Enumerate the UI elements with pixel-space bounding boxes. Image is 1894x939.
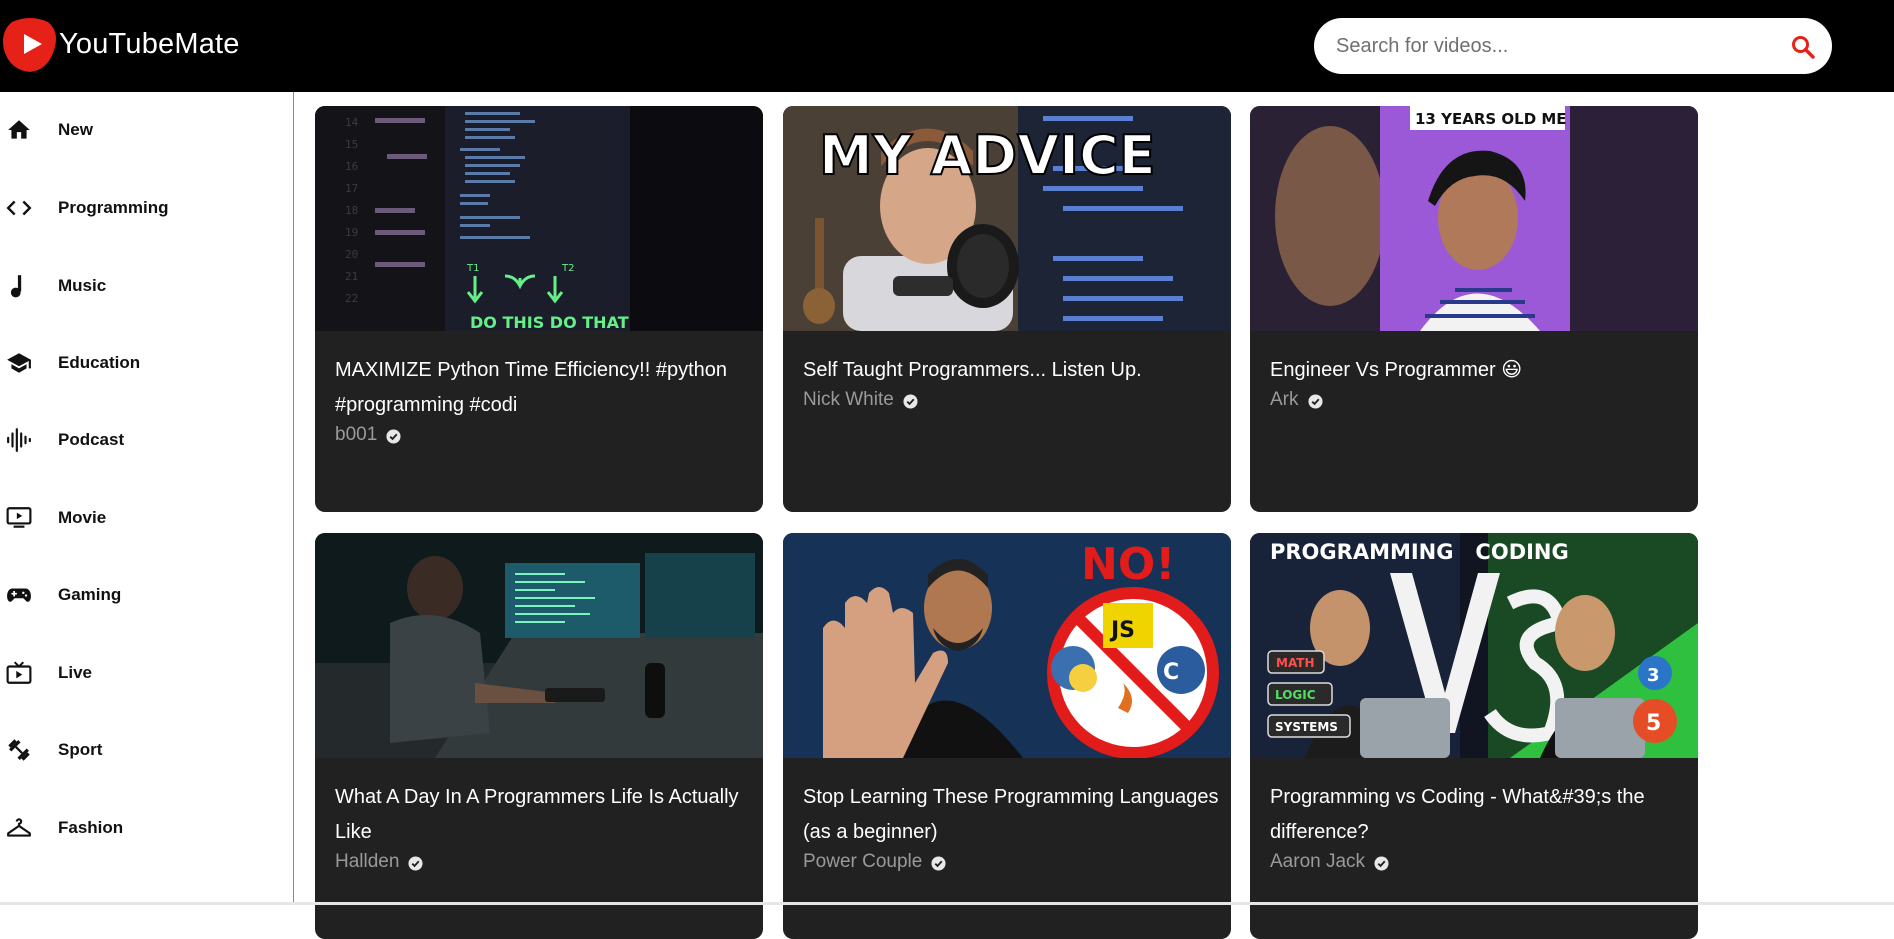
video-thumbnail[interactable]: 13 YEARS OLD ME <box>1250 106 1698 331</box>
channel-name[interactable]: Nick White <box>803 389 894 411</box>
video-thumbnail[interactable]: MY ADVICE <box>783 106 1231 331</box>
svg-text:20: 20 <box>345 248 358 261</box>
search-icon[interactable] <box>1790 34 1816 60</box>
code-icon <box>6 195 32 221</box>
svg-text:5: 5 <box>1646 711 1661 736</box>
channel-name-row[interactable]: Power Couple <box>803 851 946 873</box>
verified-check-icon <box>386 428 401 444</box>
video-card[interactable]: What A Day In A Programmers Life Is Actu… <box>315 533 763 939</box>
svg-text:22: 22 <box>345 292 358 305</box>
svg-text:17: 17 <box>345 182 358 195</box>
dumbbell-icon <box>6 737 32 763</box>
video-card[interactable]: MATH LOGIC SYSTEMS 3 5 PROGRAMMING CODIN… <box>1250 533 1698 939</box>
sidebar-item-label: Live <box>58 663 93 682</box>
audio-wave-icon <box>6 427 32 453</box>
search-bar <box>1314 18 1832 74</box>
sidebar: New Programming Music Education Podcast … <box>0 92 294 902</box>
channel-name-row[interactable]: b001 <box>335 424 401 446</box>
sidebar-item-label: Movie <box>58 508 107 527</box>
thumbnail-caption: PROGRAMMING CODING <box>1270 540 1569 564</box>
tv-play-icon <box>6 505 32 531</box>
video-card[interactable]: 13 YEARS OLD ME Engineer Vs Programmer 😃… <box>1250 106 1698 512</box>
channel-name[interactable]: Power Couple <box>803 851 922 873</box>
channel-name-row[interactable]: Aaron Jack <box>1270 851 1389 873</box>
svg-text:T2: T2 <box>561 263 574 274</box>
svg-text:T1: T1 <box>466 263 479 274</box>
thumbnail-caption: MY ADVICE <box>819 124 1156 187</box>
sidebar-item-label: Gaming <box>58 585 122 604</box>
gamepad-icon <box>6 582 32 608</box>
sidebar-item-label: Music <box>58 276 107 295</box>
video-title[interactable]: Engineer Vs Programmer 😃 <box>1270 353 1688 388</box>
sidebar-item-movie[interactable]: Movie <box>0 488 292 548</box>
home-icon <box>6 117 32 143</box>
thumbnail-caption: DO THIS DO THAT <box>470 313 629 331</box>
sidebar-item-label: Education <box>58 353 141 372</box>
sidebar-item-new[interactable]: New <box>0 100 292 160</box>
svg-text:MATH: MATH <box>1276 656 1315 670</box>
svg-text:14: 14 <box>345 116 359 129</box>
channel-name-row[interactable]: Ark <box>1270 389 1323 411</box>
sidebar-item-label: Sport <box>58 740 103 759</box>
sidebar-item-label: Podcast <box>58 430 125 449</box>
verified-check-icon <box>931 855 946 871</box>
sidebar-item-label: Programming <box>58 198 169 217</box>
sidebar-item-fashion[interactable]: Fashion <box>0 798 292 858</box>
video-title[interactable]: Stop Learning These Programming Language… <box>803 780 1221 850</box>
app-name: YouTubeMate <box>59 27 240 60</box>
channel-name[interactable]: b001 <box>335 424 377 446</box>
channel-name[interactable]: Ark <box>1270 389 1299 411</box>
channel-name-row[interactable]: Hallden <box>335 851 423 873</box>
video-title[interactable]: MAXIMIZE Python Time Efficiency!! #pytho… <box>335 353 753 423</box>
verified-check-icon <box>1307 393 1323 409</box>
svg-text:19: 19 <box>345 226 358 239</box>
verified-check-icon <box>408 855 423 871</box>
svg-text:21: 21 <box>345 270 358 283</box>
video-title[interactable]: Self Taught Programmers... Listen Up. <box>803 353 1221 388</box>
search-input[interactable] <box>1336 30 1766 62</box>
sidebar-item-podcast[interactable]: Podcast <box>0 410 292 470</box>
sidebar-item-gaming[interactable]: Gaming <box>0 565 292 625</box>
svg-text:C: C <box>1163 660 1179 685</box>
svg-text:JS: JS <box>1109 618 1135 643</box>
channel-name[interactable]: Aaron Jack <box>1270 851 1365 873</box>
sidebar-item-programming[interactable]: Programming <box>0 178 292 238</box>
live-tv-icon <box>6 660 32 686</box>
svg-text:16: 16 <box>345 160 358 173</box>
video-thumbnail[interactable]: MATH LOGIC SYSTEMS 3 5 PROGRAMMING CODIN… <box>1250 533 1698 758</box>
svg-text:LOGIC: LOGIC <box>1275 688 1316 702</box>
channel-name-row[interactable]: Nick White <box>803 389 918 411</box>
video-card[interactable]: JS C NO! Stop Learning These Programming… <box>783 533 1231 939</box>
app-logo[interactable]: YouTubeMate <box>2 16 240 72</box>
video-title[interactable]: Programming vs Coding - What&#39;s the d… <box>1270 780 1688 850</box>
channel-name[interactable]: Hallden <box>335 851 399 873</box>
thumbnail-caption: 13 YEARS OLD ME <box>1415 110 1567 128</box>
svg-text:SYSTEMS: SYSTEMS <box>1275 720 1338 734</box>
graduation-cap-icon <box>6 350 32 376</box>
svg-text:15: 15 <box>345 138 358 151</box>
verified-check-icon <box>903 393 918 409</box>
top-bar: YouTubeMate <box>0 0 1894 92</box>
verified-check-icon <box>1374 855 1389 871</box>
sidebar-item-live[interactable]: Live <box>0 643 292 703</box>
hanger-icon <box>6 815 32 841</box>
sidebar-item-sport[interactable]: Sport <box>0 720 292 780</box>
video-card[interactable]: MY ADVICE Self Taught Programmers... Lis… <box>783 106 1231 512</box>
play-logo-icon <box>2 16 58 72</box>
sidebar-item-label: New <box>58 120 93 139</box>
svg-text:18: 18 <box>345 204 358 217</box>
thumbnail-caption: NO! <box>1081 539 1175 590</box>
video-thumbnail[interactable]: 14 15 16 17 18 19 20 21 22 T1 T2 DO THIS DO THAT <box>315 106 763 331</box>
video-title[interactable]: What A Day In A Programmers Life Is Actu… <box>335 780 753 850</box>
music-note-icon <box>6 273 32 299</box>
sidebar-item-music[interactable]: Music <box>0 256 292 316</box>
video-thumbnail[interactable] <box>315 533 763 758</box>
video-card[interactable]: 14 15 16 17 18 19 20 21 22 T1 T2 DO THIS DO THAT… <box>315 106 763 512</box>
sidebar-item-label: Fashion <box>58 818 124 837</box>
sidebar-item-education[interactable]: Education <box>0 333 292 393</box>
svg-text:3: 3 <box>1647 665 1660 686</box>
video-thumbnail[interactable]: JS C NO! <box>783 533 1231 758</box>
